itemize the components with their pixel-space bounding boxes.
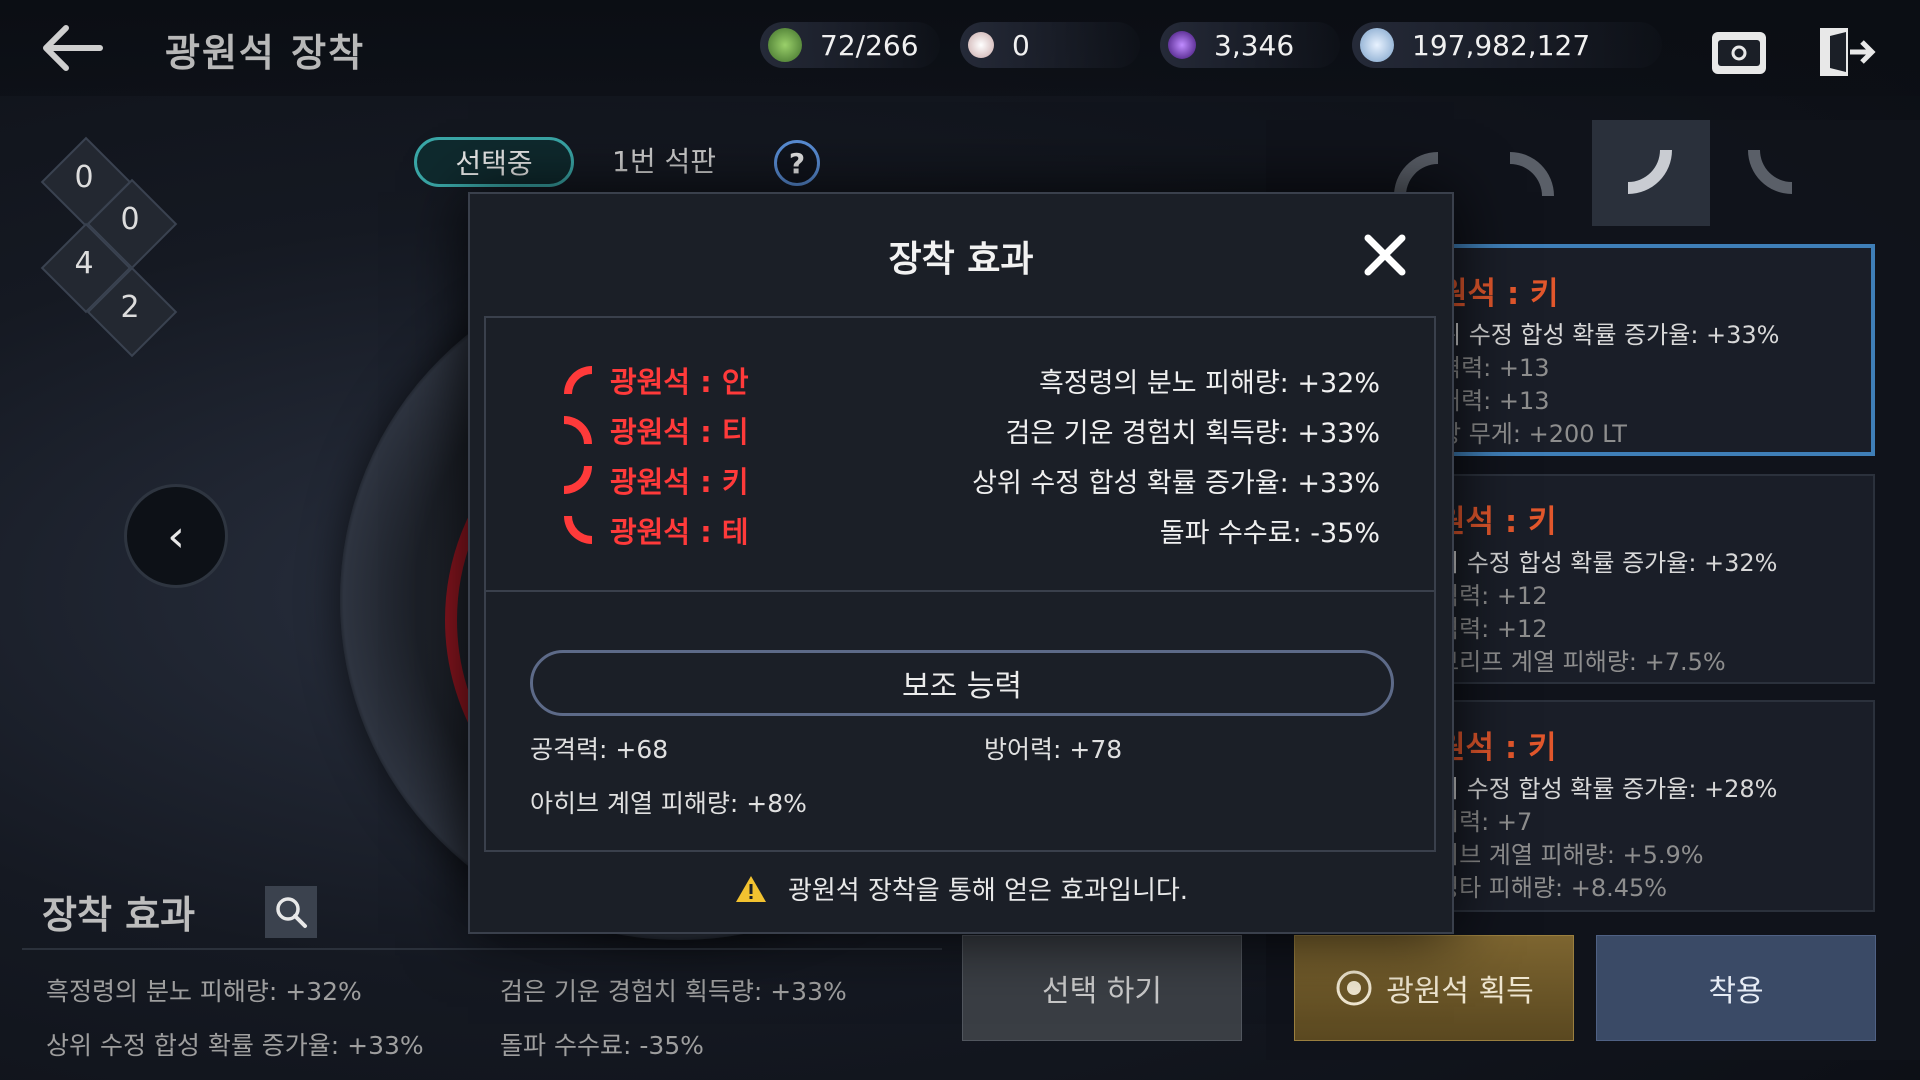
sub-ability-header: 보조 능력 <box>530 650 1394 716</box>
energy-icon <box>768 28 802 62</box>
silver-resource: 197,982,127 <box>1352 22 1662 68</box>
stone-effect: 상위 수정 합성 확률 증가율: +33% <box>972 467 1380 499</box>
stone-te-icon <box>564 516 592 544</box>
stone-name: 광원석 : 안 <box>610 365 749 399</box>
equip-effect-item: 돌파 수수료: -35% <box>500 1031 704 1060</box>
equip-effect-item: 검은 기운 경험치 획득량: +33% <box>500 977 847 1006</box>
help-button[interactable]: ? <box>774 140 820 186</box>
stone-ti-icon <box>564 416 592 444</box>
equip-effect-item: 상위 수정 합성 확률 증가율: +33% <box>46 1031 424 1060</box>
sub-stat: 공격력: +68 <box>530 735 669 764</box>
slot-tab-te[interactable] <box>1710 120 1828 226</box>
obtain-stone-button[interactable]: 광원석 획득 <box>1294 935 1574 1041</box>
obtain-stone-label: 광원석 획득 <box>1386 974 1534 1009</box>
equip-effect-title: 장착 효과 <box>42 893 196 937</box>
stone-effect-row: 광원석 : 테 돌파 수수료: -35% <box>560 508 1380 552</box>
stone-name: 원석 : 키 <box>1439 276 1559 312</box>
slot-tab-ti[interactable] <box>1474 120 1592 226</box>
stone-stat: 히브 계열 피해량: +5.9% <box>1437 841 1704 869</box>
stone-effect-row: 광원석 : 티 검은 기운 경험치 획득량: +33% <box>560 408 1380 452</box>
pearl-icon <box>968 32 994 58</box>
stone-effect-row: 광원석 : 키 상위 수정 합성 확률 증가율: +33% <box>560 458 1380 502</box>
stone-stat: 명타 피해량: +8.45% <box>1437 874 1668 902</box>
stone-name: 광원석 : 키 <box>610 465 749 499</box>
stone-stat: 격력: +13 <box>1439 354 1550 382</box>
close-icon[interactable] <box>1358 228 1412 282</box>
stone-stat: 어력: +13 <box>1439 387 1550 415</box>
stone-stat: 브리프 계열 피해량: +7.5% <box>1437 648 1726 676</box>
prev-slab-button[interactable]: ‹ <box>124 484 228 588</box>
slot-tab-ki[interactable] <box>1592 120 1710 226</box>
stone-name: 광원석 : 티 <box>610 415 749 449</box>
equip-button[interactable]: 착용 <box>1596 935 1876 1041</box>
crystal-resource: 3,346 <box>1160 22 1340 68</box>
notice-text: 광원석 장착을 통해 얻은 효과입니다. <box>787 876 1189 906</box>
tab-slab-1[interactable]: 1번 석판 <box>612 140 716 180</box>
divider <box>486 590 1434 592</box>
stone-stat: 방 무게: +200 LT <box>1439 420 1627 448</box>
search-icon[interactable] <box>265 886 317 938</box>
stone-stat: 격력: +12 <box>1437 582 1548 610</box>
sub-stat: 방어력: +78 <box>984 735 1123 764</box>
stone-stat: 격력: +12 <box>1437 615 1548 643</box>
tab-selected[interactable]: 선택중 <box>414 137 574 187</box>
crystal-value: 3,346 <box>1214 28 1295 62</box>
pearl-resource: 0 <box>960 22 1140 68</box>
warning-icon <box>735 875 766 902</box>
stone-effect: 돌파 수수료: -35% <box>1159 517 1380 549</box>
stone-ki-icon <box>564 466 592 494</box>
energy-value: 72/266 <box>820 28 919 62</box>
stone-effect: 위 수정 합성 확률 증가율: +33% <box>1439 321 1780 349</box>
divider <box>22 948 942 950</box>
stone-effect: 위 수정 합성 확률 증가율: +28% <box>1437 775 1778 803</box>
sub-stat: 아히브 계열 피해량: +8% <box>530 789 807 818</box>
stone-effect: 흑정령의 분노 피해량: +32% <box>1038 367 1380 399</box>
modal-title: 장착 효과 <box>888 239 1034 280</box>
stone-effect: 위 수정 합성 확률 증가율: +32% <box>1437 549 1778 577</box>
gem-badge-4: 2 <box>86 266 178 358</box>
equip-effect-item: 흑정령의 분노 피해량: +32% <box>46 977 362 1006</box>
stone-an-icon <box>564 366 592 394</box>
purple-crystal-icon <box>1168 31 1196 59</box>
stone-effect: 검은 기운 경험치 획득량: +33% <box>1005 417 1380 449</box>
silver-value: 197,982,127 <box>1412 28 1591 62</box>
back-arrow-icon[interactable] <box>36 18 116 78</box>
target-icon <box>1336 970 1372 1006</box>
pearl-value: 0 <box>1012 28 1030 62</box>
stone-name: 원석 : 키 <box>1437 730 1557 766</box>
energy-resource: 72/266 <box>760 22 940 68</box>
exit-icon[interactable] <box>1810 22 1880 82</box>
select-button[interactable]: 선택 하기 <box>962 935 1242 1041</box>
page-title: 광원석 장착 <box>165 31 366 75</box>
silver-coin-icon <box>1360 28 1394 62</box>
stone-name: 광원석 : 테 <box>610 515 749 549</box>
stone-stat: 어력: +7 <box>1437 808 1533 836</box>
stone-effect-row: 광원석 : 안 흑정령의 분노 피해량: +32% <box>560 358 1380 402</box>
modal-notice: 광원석 장착을 통해 얻은 효과입니다. <box>470 870 1452 907</box>
storage-box-icon[interactable] <box>1704 22 1774 82</box>
stone-name: 원석 : 키 <box>1437 504 1557 540</box>
equip-effect-modal: 장착 효과 광원석 : 안 흑정령의 분노 피해량: +32% 광원석 : 티 … <box>468 192 1454 934</box>
modal-content-box: 광원석 : 안 흑정령의 분노 피해량: +32% 광원석 : 티 검은 기운 … <box>484 316 1436 852</box>
